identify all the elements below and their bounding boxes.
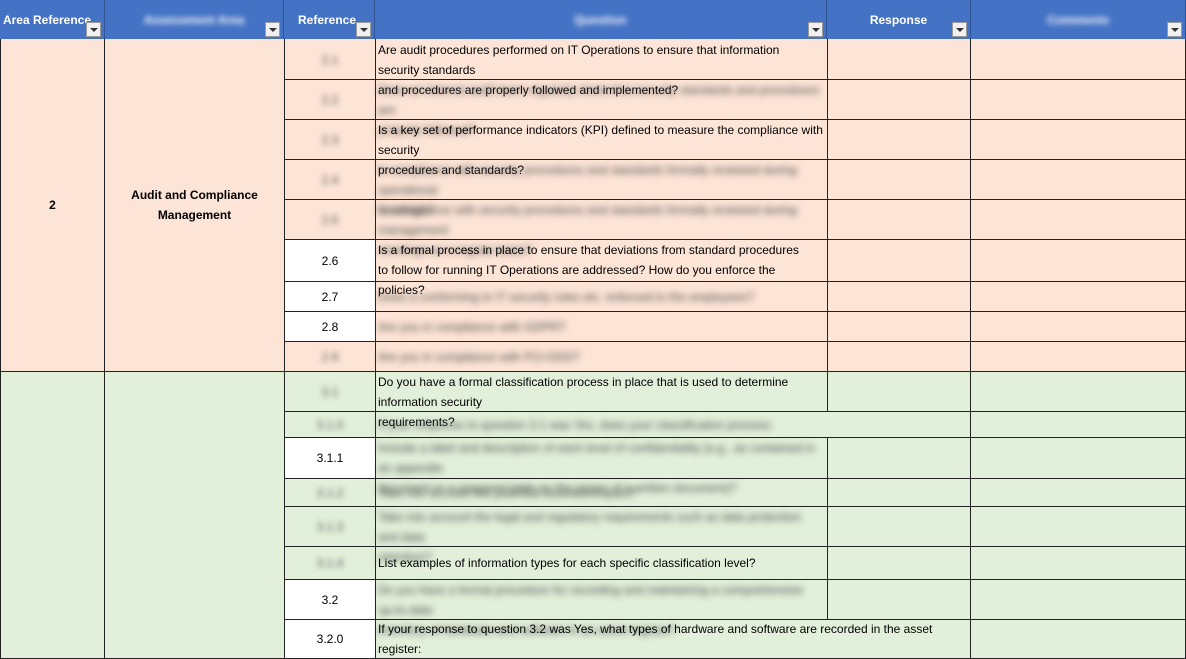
grid-line	[970, 39, 971, 659]
reference-cell[interactable]: 3.1.3	[285, 507, 375, 546]
question-cell[interactable]: Include a label and description of each …	[375, 438, 827, 495]
header-area-reference[interactable]: Area Reference	[0, 0, 105, 39]
question-cell[interactable]: Are you in compliance with PCI-DSS?	[375, 342, 827, 371]
question-cell[interactable]: Are audit procedures performed on IT Ope…	[375, 40, 827, 97]
grid-line	[104, 39, 105, 659]
grid-line	[827, 437, 828, 620]
reference-cell[interactable]: 2.6	[285, 240, 375, 281]
question-cell[interactable]: Is a formal process in place to ensure t…	[375, 240, 827, 297]
filter-dropdown-icon[interactable]	[808, 22, 823, 37]
header-response[interactable]: Response	[827, 0, 971, 39]
reference-cell[interactable]: 2.2	[285, 80, 375, 119]
question-cell[interactable]: Do you have a formal classification proc…	[375, 372, 827, 429]
question-cell[interactable]: List examples of information types for e…	[375, 547, 827, 579]
reference-cell[interactable]: 2.8	[285, 312, 375, 341]
reference-cell[interactable]: 3.2	[285, 580, 375, 619]
question-cell[interactable]: If your response to question 3.2 was Yes…	[375, 620, 970, 658]
reference-cell[interactable]: 2.4	[285, 160, 375, 199]
reference-cell[interactable]: 2.9	[285, 342, 375, 371]
question-cell[interactable]: Is compliance with security procedures a…	[375, 200, 827, 257]
filter-dropdown-icon[interactable]	[952, 22, 967, 37]
header-question[interactable]: Question	[375, 0, 827, 39]
question-cell[interactable]: Take into account the legal and regulato…	[375, 507, 827, 564]
reference-cell[interactable]: 3.1.4	[285, 547, 375, 579]
reference-cell[interactable]: 3.2.0	[285, 620, 375, 658]
reference-cell[interactable]: 2.1	[285, 40, 375, 79]
grid-line	[0, 39, 1, 659]
reference-cell[interactable]: 2.3	[285, 120, 375, 159]
reference-cell[interactable]: 3.1.0	[285, 412, 375, 437]
filter-dropdown-icon[interactable]	[1167, 22, 1182, 37]
question-cell[interactable]: Take into account the potential business…	[375, 479, 827, 506]
header-assessment-area[interactable]: Assessment Area	[105, 0, 284, 39]
grid-line	[827, 39, 828, 411]
question-cell[interactable]: Is compliance with security procedures a…	[375, 160, 827, 217]
question-cell[interactable]: If your response to question 3.1 was Yes…	[375, 412, 970, 437]
filter-dropdown-icon[interactable]	[265, 22, 280, 37]
assessment-area-name[interactable]: Audit and Compliance Management	[105, 39, 284, 371]
area-reference-value[interactable]: 2	[0, 39, 105, 371]
reference-cell[interactable]: 2.5	[285, 200, 375, 239]
question-cell[interactable]: Are you in compliance with GDPR?	[375, 312, 827, 341]
question-cell[interactable]: Do you have a formal procedure for recor…	[375, 580, 827, 637]
header-reference[interactable]: Reference	[284, 0, 375, 39]
reference-cell[interactable]: 3.1	[285, 372, 375, 411]
filter-dropdown-icon[interactable]	[356, 22, 371, 37]
reference-cell[interactable]: 3.1.2	[285, 479, 375, 506]
question-cell[interactable]: Is a key set of performance indicators (…	[375, 120, 827, 177]
filter-dropdown-icon[interactable]	[86, 22, 101, 37]
question-cell[interactable]: Does an internal audit team regularly ch…	[375, 80, 827, 137]
reference-cell[interactable]: 2.7	[285, 282, 375, 311]
question-cell[interactable]: Does a conforming to IT security rules e…	[375, 282, 827, 311]
header-comments[interactable]: Comments	[971, 0, 1186, 39]
reference-cell[interactable]: 3.1.1	[285, 438, 375, 478]
spreadsheet: Area Reference Assessment Area Reference…	[0, 0, 1186, 659]
